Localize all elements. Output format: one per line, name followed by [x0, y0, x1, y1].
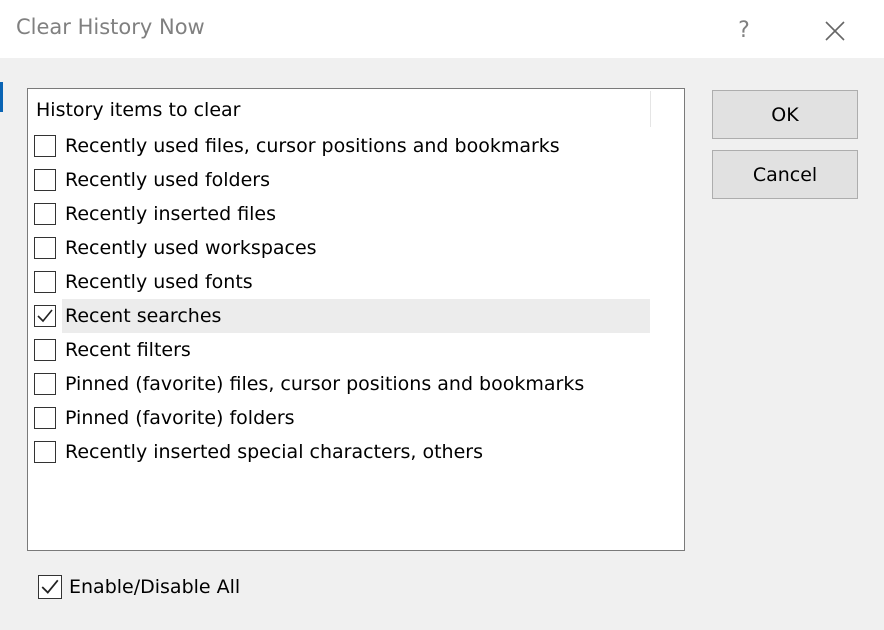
list-item[interactable]: Recently used files, cursor positions an… [28, 129, 650, 163]
item-checkbox[interactable] [34, 441, 56, 463]
header-separator [650, 91, 651, 127]
checkmark-icon [41, 579, 59, 594]
enable-disable-all-checkbox[interactable] [38, 575, 62, 599]
background-window-accent [0, 82, 3, 112]
item-label: Recently inserted files [65, 203, 277, 225]
checkmark-icon [37, 309, 53, 323]
item-label: Recent searches [65, 305, 222, 327]
list-item[interactable]: Recently used fonts [28, 265, 650, 299]
item-label: Recently used files, cursor positions an… [65, 135, 560, 157]
enable-disable-all-label: Enable/Disable All [69, 576, 241, 598]
title-bar: Clear History Now ? [0, 3, 884, 58]
item-checkbox[interactable] [34, 203, 56, 225]
question-mark-icon: ? [738, 18, 750, 43]
item-label: Recently used folders [65, 169, 271, 191]
list-item[interactable]: Recently inserted files [28, 197, 650, 231]
item-label: Pinned (favorite) folders [65, 407, 295, 429]
history-items-list[interactable]: History items to clear Recently used fil… [27, 88, 685, 551]
ok-button[interactable]: OK [712, 90, 858, 139]
list-item[interactable]: Recently used folders [28, 163, 650, 197]
list-item[interactable]: Recently inserted special characters, ot… [28, 435, 650, 469]
item-checkbox[interactable] [34, 305, 56, 327]
list-item-selected[interactable]: Recent searches [28, 299, 650, 333]
item-checkbox[interactable] [34, 407, 56, 429]
item-label: Recent filters [65, 339, 191, 361]
item-checkbox[interactable] [34, 271, 56, 293]
clear-history-dialog: Clear History Now ? History items to cle… [0, 0, 884, 630]
list-item[interactable]: Pinned (favorite) files, cursor position… [28, 367, 650, 401]
item-checkbox[interactable] [34, 169, 56, 191]
item-label: Recently used fonts [65, 271, 253, 293]
help-button[interactable]: ? [717, 3, 771, 58]
item-label: Recently inserted special characters, ot… [65, 441, 483, 463]
list-item[interactable]: Pinned (favorite) folders [28, 401, 650, 435]
close-x-icon [825, 20, 845, 41]
dialog-title: Clear History Now [16, 15, 205, 39]
item-label: Pinned (favorite) files, cursor position… [65, 373, 585, 395]
list-item[interactable]: Recently used workspaces [28, 231, 650, 265]
item-checkbox[interactable] [34, 237, 56, 259]
item-label: Recently used workspaces [65, 237, 317, 259]
list-header: History items to clear [36, 99, 241, 121]
item-checkbox[interactable] [34, 373, 56, 395]
cancel-button[interactable]: Cancel [712, 150, 858, 199]
item-checkbox[interactable] [34, 339, 56, 361]
item-checkbox[interactable] [34, 135, 56, 157]
close-button[interactable] [808, 3, 862, 58]
list-item[interactable]: Recent filters [28, 333, 650, 367]
